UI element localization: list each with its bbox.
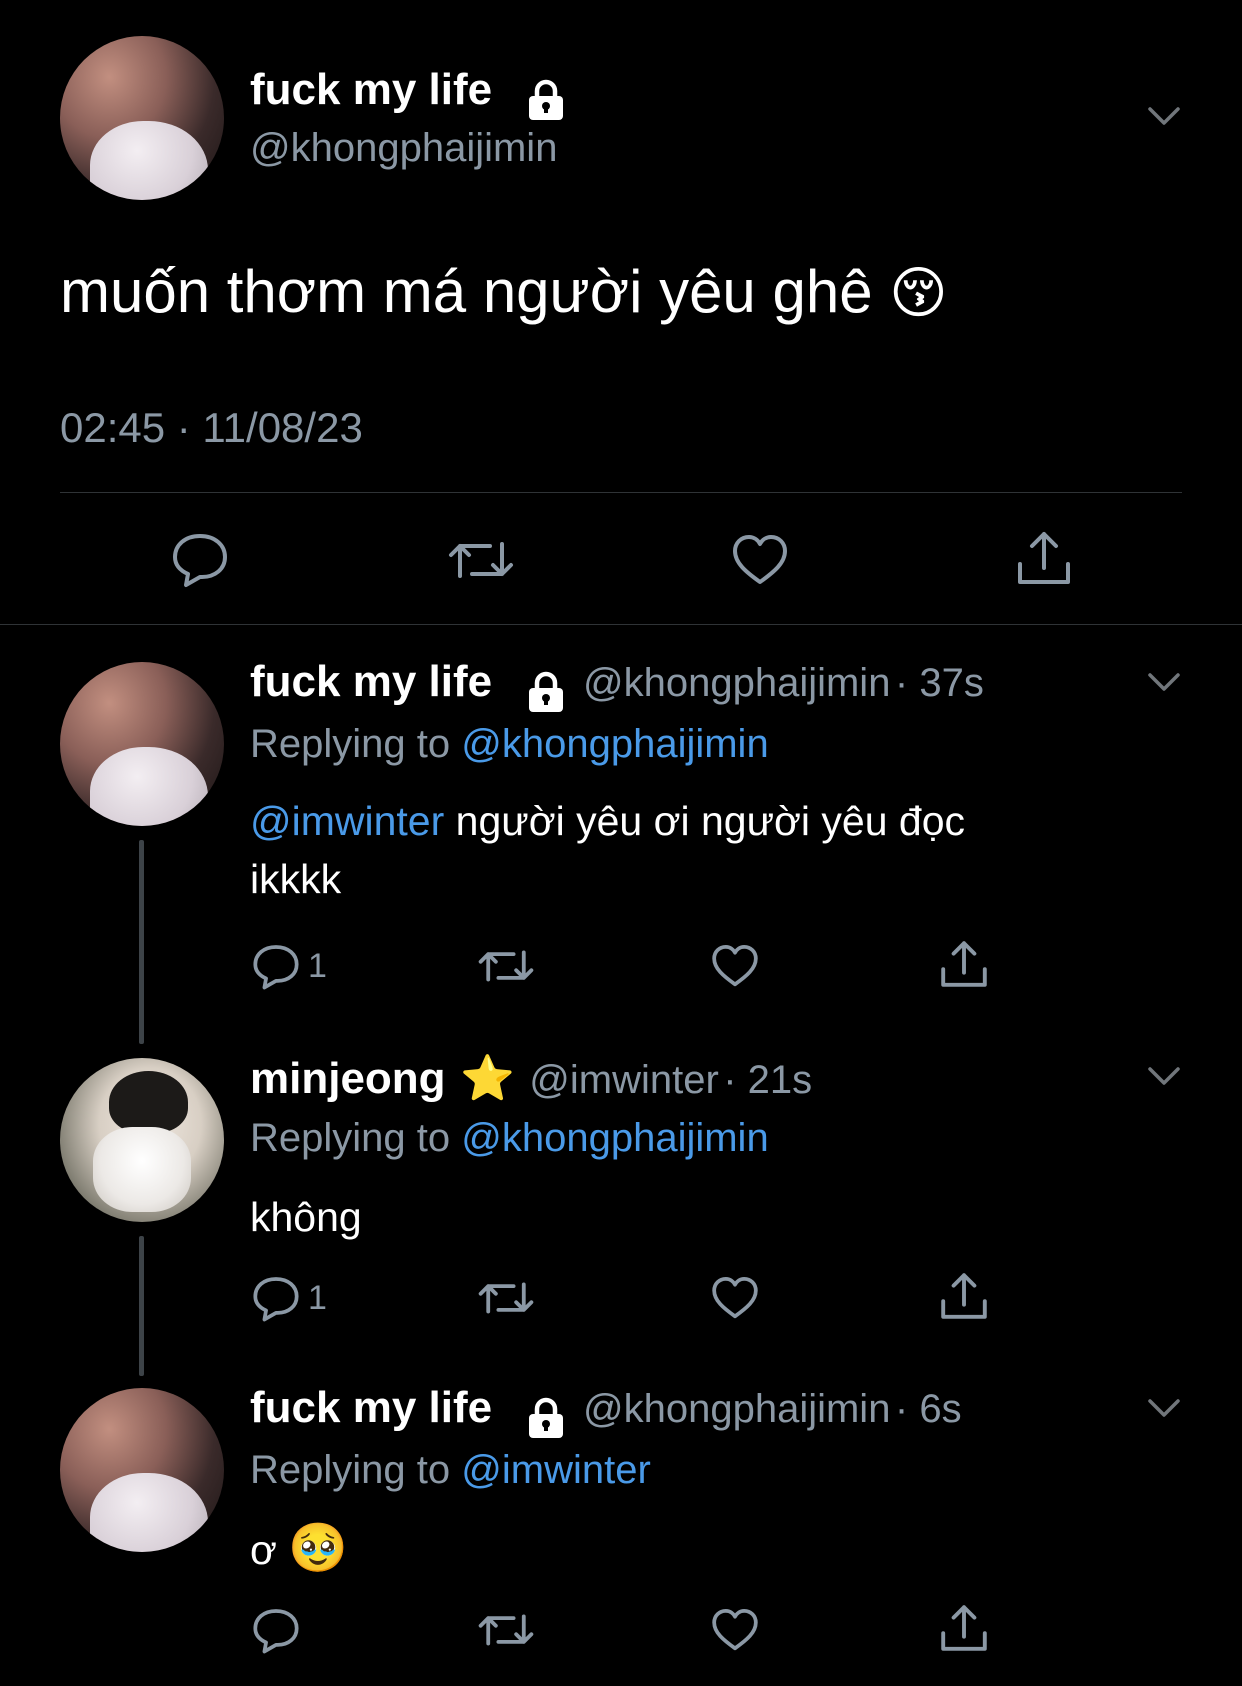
heart-icon[interactable] bbox=[730, 532, 790, 588]
reply3-time: · 6s bbox=[894, 1387, 962, 1431]
main-author-handle[interactable]: @khongphaijimin bbox=[250, 124, 557, 172]
chevron-down-icon[interactable] bbox=[1146, 670, 1182, 694]
reply1-handle[interactable]: @khongphaijimin bbox=[583, 661, 890, 705]
lock-icon bbox=[523, 1395, 569, 1441]
section-divider bbox=[0, 624, 1242, 625]
heart-icon[interactable] bbox=[710, 942, 760, 990]
replying-to-link[interactable]: @imwinter bbox=[461, 1448, 651, 1492]
share-icon[interactable] bbox=[938, 1602, 990, 1654]
replying-label: Replying to bbox=[250, 1448, 451, 1492]
reply2-handle[interactable]: @imwinter bbox=[529, 1058, 719, 1102]
lock-icon bbox=[523, 669, 569, 715]
main-tweet-timestamp[interactable]: 02:45 · 11/08/23 bbox=[60, 404, 363, 452]
replying-label: Replying to bbox=[250, 1116, 451, 1160]
reply1-text-line1: người yêu ơi người yêu đọc bbox=[455, 798, 966, 844]
reply-button[interactable]: 1 bbox=[250, 942, 327, 990]
reply-button[interactable]: 1 bbox=[250, 1274, 327, 1322]
main-divider bbox=[60, 492, 1182, 493]
reply1-avatar[interactable] bbox=[60, 662, 224, 826]
chevron-down-icon[interactable] bbox=[1146, 104, 1182, 128]
reply2-replying-to: Replying to @khongphaijimin bbox=[250, 1114, 769, 1162]
reply1-actions: 1 bbox=[250, 936, 1010, 996]
reply-icon bbox=[250, 1274, 302, 1322]
main-avatar[interactable] bbox=[60, 36, 224, 200]
reply1-name[interactable]: fuck my life bbox=[250, 657, 492, 706]
replying-to-link[interactable]: @khongphaijimin bbox=[461, 722, 768, 766]
kissing-emoji: 😚 bbox=[889, 261, 948, 324]
main-author-name: fuck my life bbox=[250, 65, 493, 114]
replying-to-link[interactable]: @khongphaijimin bbox=[461, 1116, 768, 1160]
reply2-header: minjeong ⭐ @imwinter · 21s bbox=[250, 1052, 812, 1105]
retweet-icon[interactable] bbox=[476, 1276, 536, 1320]
reply3-avatar[interactable] bbox=[60, 1388, 224, 1552]
thread-line bbox=[139, 840, 144, 1044]
heart-icon[interactable] bbox=[710, 1606, 760, 1654]
main-author[interactable]: fuck my life bbox=[250, 64, 569, 123]
retweet-icon[interactable] bbox=[476, 944, 536, 988]
reply1-text-line2: ikkkk bbox=[250, 856, 342, 902]
reply2-time: · 21s bbox=[723, 1058, 813, 1102]
reply1-replying-to: Replying to @khongphaijimin bbox=[250, 720, 769, 768]
reply3-handle[interactable]: @khongphaijimin bbox=[583, 1387, 890, 1431]
reply1-text: @imwinter người yêu ơi người yêu đọc ikk… bbox=[250, 792, 965, 908]
main-tweet-body: muốn thơm má người yêu ghê bbox=[60, 258, 873, 325]
lock-icon bbox=[523, 77, 569, 123]
share-icon[interactable] bbox=[938, 938, 990, 990]
main-tweet-text: muốn thơm má người yêu ghê 😚 bbox=[60, 256, 948, 329]
reply-count: 1 bbox=[308, 1279, 327, 1317]
reply-icon bbox=[250, 942, 302, 990]
share-icon[interactable] bbox=[938, 1270, 990, 1322]
reply3-text: ơ 🥹 bbox=[250, 1520, 348, 1579]
heart-icon[interactable] bbox=[710, 1274, 760, 1322]
reply1-time: · 37s bbox=[894, 661, 984, 705]
reply2-actions: 1 bbox=[250, 1268, 1010, 1328]
pleading-emoji: 🥹 bbox=[288, 1522, 349, 1575]
chevron-down-icon[interactable] bbox=[1146, 1396, 1182, 1420]
chevron-down-icon[interactable] bbox=[1146, 1064, 1182, 1088]
reply3-header: fuck my life @khongphaijimin · 6s bbox=[250, 1382, 962, 1441]
reply3-replying-to: Replying to @imwinter bbox=[250, 1446, 651, 1494]
reply3-body: ơ bbox=[250, 1527, 277, 1573]
retweet-icon[interactable] bbox=[476, 1608, 536, 1652]
reply2-text: không bbox=[250, 1194, 362, 1240]
thread-line bbox=[139, 1236, 144, 1376]
reply1-header: fuck my life @khongphaijimin · 37s bbox=[250, 656, 984, 715]
reply2-name[interactable]: minjeong bbox=[250, 1054, 446, 1103]
replying-label: Replying to bbox=[250, 722, 451, 766]
reply-count: 1 bbox=[308, 947, 327, 985]
star-badge-icon: ⭐ bbox=[460, 1054, 515, 1103]
reply3-actions bbox=[250, 1600, 1010, 1660]
reply-icon[interactable] bbox=[170, 530, 230, 588]
retweet-icon[interactable] bbox=[446, 534, 516, 586]
mention-link[interactable]: @imwinter bbox=[250, 798, 444, 844]
reply3-name[interactable]: fuck my life bbox=[250, 1383, 492, 1432]
reply2-avatar[interactable] bbox=[60, 1058, 224, 1222]
share-icon[interactable] bbox=[1014, 528, 1074, 588]
reply-icon[interactable] bbox=[250, 1606, 302, 1654]
